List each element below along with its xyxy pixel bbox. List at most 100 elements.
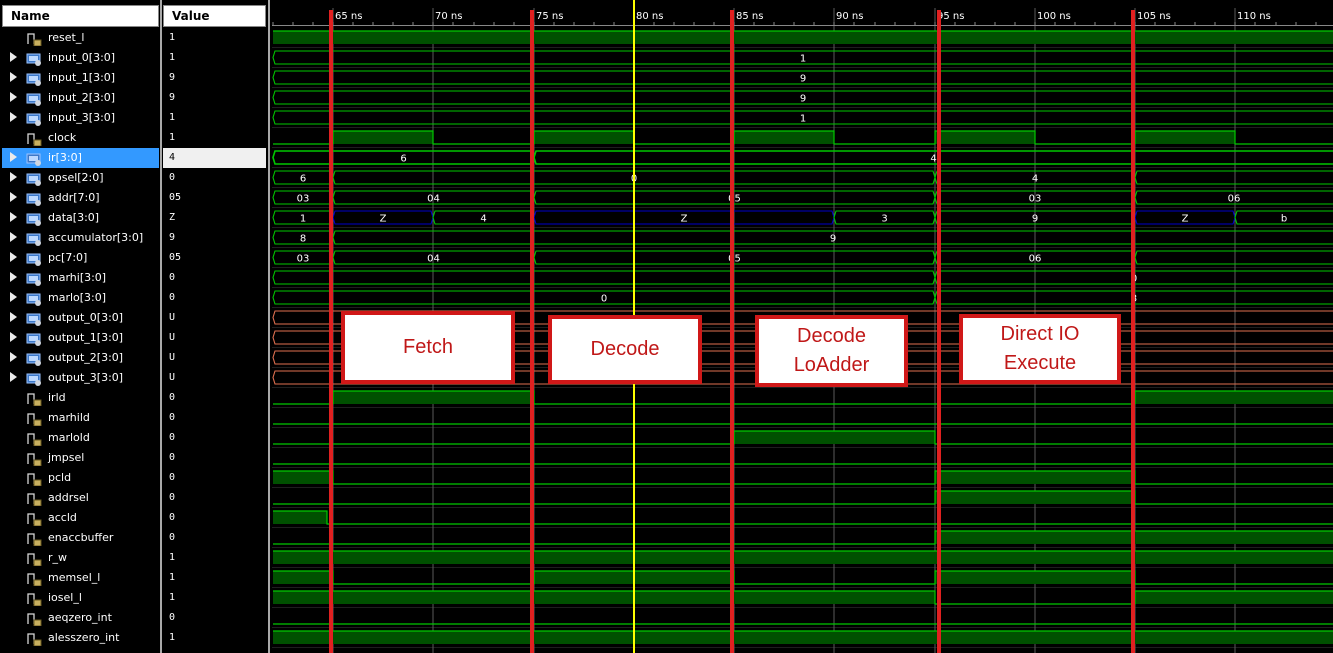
signal-value-cell[interactable]: 9 — [163, 68, 266, 88]
signal-row-irld[interactable]: irld — [2, 388, 159, 408]
signal-value-cell[interactable]: 0 — [163, 608, 266, 628]
signal-value-cell[interactable]: U — [163, 348, 266, 368]
bit-signal-icon — [26, 451, 42, 467]
signal-row-marlo[interactable]: marlo[3:0] — [2, 288, 159, 308]
signal-value-cell[interactable]: 05 — [163, 188, 266, 208]
signal-value-cell[interactable]: 0 — [163, 448, 266, 468]
expand-arrow-icon[interactable] — [10, 112, 17, 122]
value-column-header[interactable]: Value — [163, 5, 266, 27]
signal-row-marlold[interactable]: marlold — [2, 428, 159, 448]
bus-signal-icon — [26, 51, 42, 66]
signal-value-cell[interactable]: 0 — [163, 488, 266, 508]
expand-arrow-icon[interactable] — [10, 352, 17, 362]
bus-signal-icon — [26, 311, 42, 326]
signal-name: jmpsel — [48, 451, 85, 464]
signal-value-cell[interactable]: Z — [163, 208, 266, 228]
expand-arrow-icon[interactable] — [10, 92, 17, 102]
expand-arrow-icon[interactable] — [10, 332, 17, 342]
signal-value-cell[interactable]: U — [163, 308, 266, 328]
signal-value-cell[interactable]: 9 — [163, 88, 266, 108]
bit-signal-icon — [26, 411, 42, 427]
signal-row-reset-l[interactable]: reset_l — [2, 28, 159, 48]
wave-trace — [273, 463, 1333, 465]
expand-arrow-icon[interactable] — [10, 252, 17, 262]
signal-row-jmpsel[interactable]: jmpsel — [2, 448, 159, 468]
waveform-enaccbuffer — [273, 530, 1333, 545]
expand-arrow-icon[interactable] — [10, 372, 17, 382]
signal-row-addrsel[interactable]: addrsel — [2, 488, 159, 508]
signal-row-enaccbuffer[interactable]: enaccbuffer — [2, 528, 159, 548]
wave-high-fill — [734, 431, 935, 444]
signal-row-iosel-l[interactable]: iosel_l — [2, 588, 159, 608]
signal-row-pc[interactable]: pc[7:0] — [2, 248, 159, 268]
signal-row-addr[interactable]: addr[7:0] — [2, 188, 159, 208]
expand-arrow-icon[interactable] — [10, 72, 17, 82]
signal-row-ir[interactable]: ir[3:0] — [2, 148, 159, 168]
signal-row-accld[interactable]: accld — [2, 508, 159, 528]
signal-value-cell[interactable]: 0 — [163, 468, 266, 488]
signal-value-cell[interactable]: 1 — [163, 568, 266, 588]
expand-arrow-icon[interactable] — [10, 52, 17, 62]
signal-row-input-3[interactable]: input_3[3:0] — [2, 108, 159, 128]
signal-value-cell[interactable]: 0 — [163, 408, 266, 428]
signal-row-aeqzero-int[interactable]: aeqzero_int — [2, 608, 159, 628]
column-divider[interactable] — [160, 0, 162, 653]
signal-name: irld — [48, 391, 66, 404]
signal-row-opsel[interactable]: opsel[2:0] — [2, 168, 159, 188]
waveform-jmpsel — [273, 463, 1333, 465]
signal-row-data[interactable]: data[3:0] — [2, 208, 159, 228]
signal-value-cell[interactable]: 1 — [163, 28, 266, 48]
expand-arrow-icon[interactable] — [10, 152, 17, 162]
signal-row-marhi[interactable]: marhi[3:0] — [2, 268, 159, 288]
signal-value-cell[interactable]: 0 — [163, 388, 266, 408]
signal-value-cell[interactable]: 9 — [163, 228, 266, 248]
signal-name: output_1[3:0] — [48, 331, 124, 344]
signal-value-cell[interactable]: 1 — [163, 48, 266, 68]
signal-value-cell[interactable]: 0 — [163, 268, 266, 288]
signal-value-cell[interactable]: 4 — [163, 148, 266, 168]
signal-row-input-0[interactable]: input_0[3:0] — [2, 48, 159, 68]
signal-value: 05 — [169, 192, 182, 203]
expand-arrow-icon[interactable] — [10, 312, 17, 322]
signal-row-accumulator[interactable]: accumulator[3:0] — [2, 228, 159, 248]
signal-value-cell[interactable]: U — [163, 368, 266, 388]
expand-arrow-icon[interactable] — [10, 232, 17, 242]
expand-arrow-icon[interactable] — [10, 172, 17, 182]
expand-arrow-icon[interactable] — [10, 292, 17, 302]
signal-row-r-w[interactable]: r_w — [2, 548, 159, 568]
signal-row-output-3[interactable]: output_3[3:0] — [2, 368, 159, 388]
signal-value-cell[interactable]: 1 — [163, 588, 266, 608]
signal-name: input_0[3:0] — [48, 51, 116, 64]
signal-row-marhild[interactable]: marhild — [2, 408, 159, 428]
name-column-header[interactable]: Name — [2, 5, 159, 27]
signal-row-output-2[interactable]: output_2[3:0] — [2, 348, 159, 368]
signal-value-cell[interactable]: 1 — [163, 628, 266, 648]
signal-value-cell[interactable]: 1 — [163, 548, 266, 568]
wave-high-fill — [273, 31, 1333, 44]
signal-row-input-2[interactable]: input_2[3:0] — [2, 88, 159, 108]
signal-value-cell[interactable]: 0 — [163, 168, 266, 188]
signal-value-cell[interactable]: 0 — [163, 428, 266, 448]
signal-value-cell[interactable]: U — [163, 328, 266, 348]
bit-signal-icon — [26, 571, 42, 587]
expand-arrow-icon[interactable] — [10, 192, 17, 202]
signal-row-output-1[interactable]: output_1[3:0] — [2, 328, 159, 348]
signal-value: 1 — [169, 592, 176, 603]
signal-row-output-0[interactable]: output_0[3:0] — [2, 308, 159, 328]
wave-pane-divider[interactable] — [268, 0, 270, 653]
signal-row-pcld[interactable]: pcld — [2, 468, 159, 488]
signal-row-memsel-l[interactable]: memsel_l — [2, 568, 159, 588]
signal-row-alesszero-int[interactable]: alesszero_int — [2, 628, 159, 648]
signal-name: input_2[3:0] — [48, 91, 116, 104]
signal-value-cell[interactable]: 0 — [163, 528, 266, 548]
signal-value-cell[interactable]: 05 — [163, 248, 266, 268]
signal-value-cell[interactable]: 1 — [163, 128, 266, 148]
signal-row-clock[interactable]: clock — [2, 128, 159, 148]
signal-row-input-1[interactable]: input_1[3:0] — [2, 68, 159, 88]
signal-value-cell[interactable]: 1 — [163, 108, 266, 128]
wave-high-fill — [333, 391, 534, 404]
expand-arrow-icon[interactable] — [10, 212, 17, 222]
signal-value-cell[interactable]: 0 — [163, 508, 266, 528]
signal-value-cell[interactable]: 0 — [163, 288, 266, 308]
expand-arrow-icon[interactable] — [10, 272, 17, 282]
